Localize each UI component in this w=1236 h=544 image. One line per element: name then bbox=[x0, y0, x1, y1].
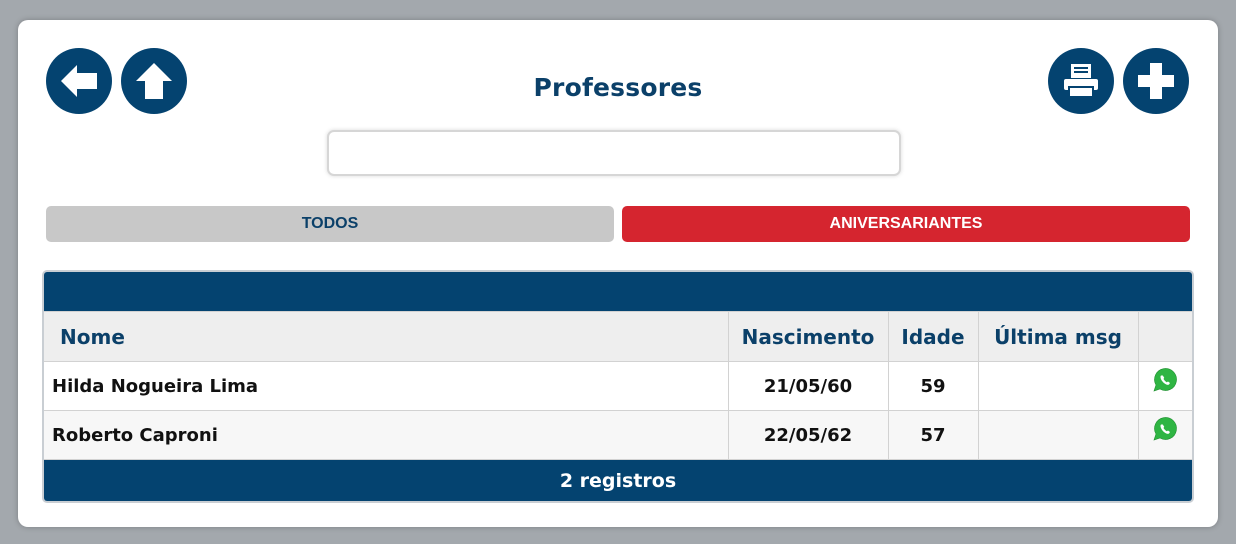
whatsapp-icon[interactable] bbox=[1151, 415, 1179, 448]
column-header-actions bbox=[1138, 311, 1192, 362]
tab-aniversariantes[interactable]: ANIVERSARIANTES bbox=[622, 206, 1190, 242]
cell-ultima-msg bbox=[978, 410, 1139, 460]
cell-nascimento: 21/05/60 bbox=[728, 361, 889, 411]
cell-nome: Roberto Caproni bbox=[44, 410, 729, 460]
whatsapp-icon[interactable] bbox=[1151, 366, 1179, 399]
plus-icon bbox=[1138, 63, 1174, 99]
add-button[interactable] bbox=[1123, 48, 1189, 114]
column-header-ultima-msg[interactable]: Última msg bbox=[978, 311, 1139, 362]
printer-icon bbox=[1064, 64, 1098, 98]
column-header-nome[interactable]: Nome bbox=[44, 311, 729, 362]
print-button[interactable] bbox=[1048, 48, 1114, 114]
cell-nascimento: 22/05/62 bbox=[728, 410, 889, 460]
cell-nome: Hilda Nogueira Lima bbox=[44, 361, 729, 411]
page-title: Professores bbox=[533, 73, 703, 102]
column-header-nascimento[interactable]: Nascimento bbox=[728, 311, 889, 362]
cell-idade: 59 bbox=[888, 361, 979, 411]
cell-ultima-msg bbox=[978, 361, 1139, 411]
search-input[interactable] bbox=[327, 130, 901, 176]
tab-todos[interactable]: TODOS bbox=[46, 206, 614, 242]
main-card: Professores TODOS ANIVERSARIANTES Nome N… bbox=[18, 20, 1218, 527]
table-header-bar bbox=[44, 272, 1192, 311]
cell-idade: 57 bbox=[888, 410, 979, 460]
table-footer-count: 2 registros bbox=[44, 460, 1192, 501]
table-row[interactable]: Hilda Nogueira Lima 21/05/60 59 bbox=[44, 361, 1192, 411]
column-header-idade[interactable]: Idade bbox=[888, 311, 979, 362]
professores-table: Nome Nascimento Idade Última msg Hilda N… bbox=[42, 270, 1194, 503]
cell-action bbox=[1138, 410, 1192, 460]
table-header-row: Nome Nascimento Idade Última msg bbox=[44, 311, 1192, 362]
cell-action bbox=[1138, 361, 1192, 411]
table-row[interactable]: Roberto Caproni 22/05/62 57 bbox=[44, 410, 1192, 460]
